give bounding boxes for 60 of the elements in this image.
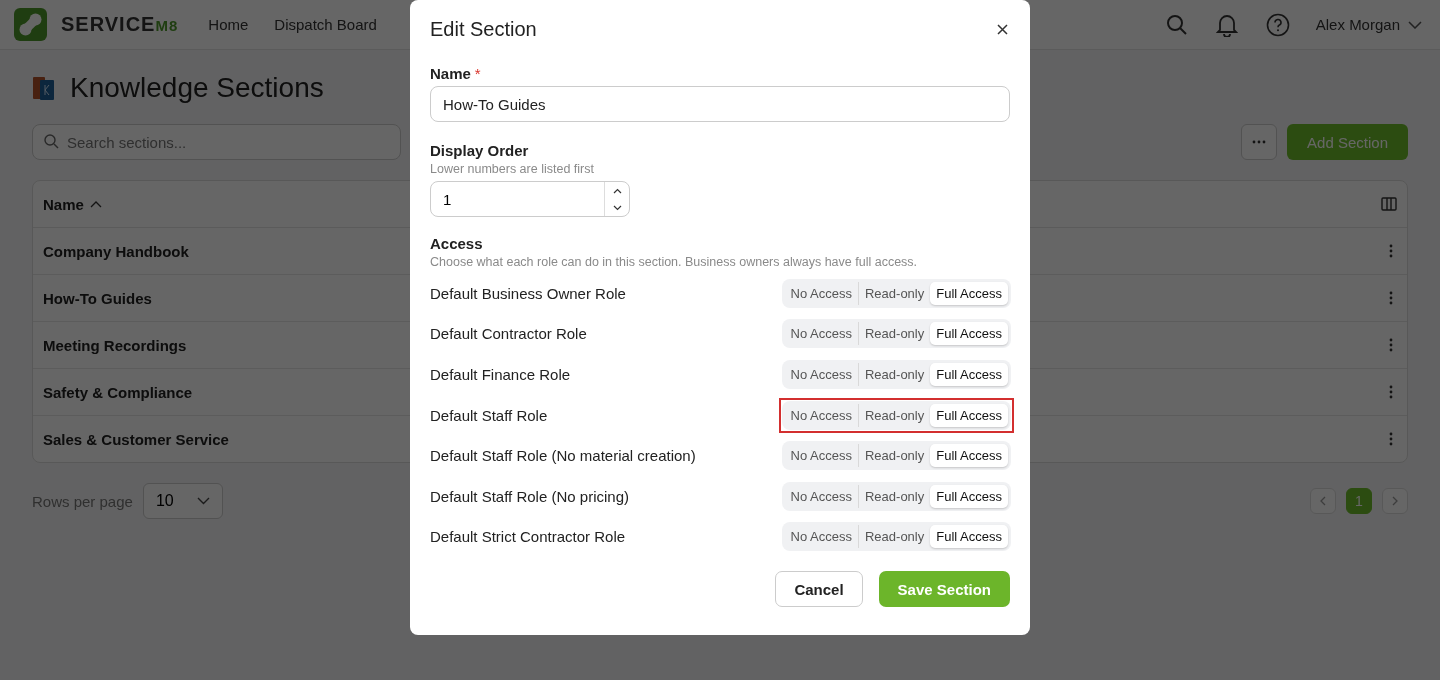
access-option[interactable]: No Access xyxy=(784,322,858,346)
search-icon xyxy=(44,134,59,149)
chevron-right-icon xyxy=(1392,496,1398,506)
role-name: Default Finance Role xyxy=(430,366,571,383)
name-input[interactable]: How-To Guides xyxy=(430,86,1010,122)
logo-text: SERVICEM8 xyxy=(61,13,179,36)
role-name: Default Staff Role (No material creation) xyxy=(430,447,696,465)
columns-icon[interactable] xyxy=(1381,197,1397,211)
page-title: Knowledge Sections xyxy=(70,72,324,104)
bell-icon[interactable] xyxy=(1215,12,1238,37)
table-cell: Company Handbook xyxy=(43,242,189,260)
ellipsis-icon xyxy=(1252,140,1267,144)
kebab-menu-icon[interactable] xyxy=(1389,338,1393,352)
access-option[interactable]: No Access xyxy=(784,363,858,386)
sort-ascending-icon xyxy=(89,200,102,208)
role-name: Default Staff Role xyxy=(430,406,548,424)
field-hint: Choose what each role can do in this section. Business owners always have full access. xyxy=(430,255,919,269)
kebab-menu-icon[interactable] xyxy=(1389,432,1393,446)
field-hint: Lower numbers are listed first xyxy=(430,162,595,176)
role-name: Default Staff Role (No pricing) xyxy=(430,487,629,505)
field-label: Name xyxy=(430,65,471,82)
books-icon xyxy=(32,75,56,101)
cancel-button[interactable]: Cancel xyxy=(775,571,863,608)
dialog-title: Edit Section xyxy=(430,18,537,41)
table-cell: Meeting Recordings xyxy=(43,336,187,354)
kebab-menu-icon[interactable] xyxy=(1389,244,1393,258)
role-name: Default Contractor Role xyxy=(430,325,587,343)
chevron-left-icon xyxy=(1320,496,1326,506)
access-option[interactable]: Full Access xyxy=(930,363,1008,386)
kebab-menu-icon[interactable] xyxy=(1389,385,1393,399)
access-option[interactable]: No Access xyxy=(784,281,858,305)
access-option[interactable]: Full Access xyxy=(930,444,1008,468)
access-option[interactable]: Full Access xyxy=(930,484,1008,508)
field-label: Display Order xyxy=(430,142,529,159)
close-icon[interactable] xyxy=(997,24,1008,35)
increment-icon[interactable] xyxy=(612,187,622,194)
access-option[interactable]: No Access xyxy=(784,403,858,427)
access-option[interactable]: No Access xyxy=(784,525,858,549)
access-option[interactable]: Full Access xyxy=(930,281,1008,305)
chevron-down-icon xyxy=(1408,20,1422,29)
table-cell: Sales & Customer Service xyxy=(43,430,229,448)
kebab-menu-icon[interactable] xyxy=(1389,291,1393,305)
access-option[interactable]: Full Access xyxy=(930,525,1008,549)
table-cell: How-To Guides xyxy=(43,289,152,307)
decrement-icon[interactable] xyxy=(612,204,622,211)
required-mark: * xyxy=(474,65,481,82)
access-option[interactable]: Full Access xyxy=(930,322,1008,346)
display-order-input[interactable]: 1 xyxy=(430,181,630,217)
table-cell: Safety & Compliance xyxy=(43,383,193,401)
search-icon[interactable] xyxy=(1165,13,1188,36)
help-icon[interactable] xyxy=(1265,12,1290,37)
logo-icon xyxy=(14,8,47,41)
rows-per-page-select[interactable]: 10 xyxy=(142,483,223,519)
access-option[interactable]: No Access xyxy=(784,484,858,508)
access-option[interactable]: No Access xyxy=(784,444,858,468)
role-name: Default Strict Contractor Role xyxy=(430,528,626,546)
access-option[interactable]: Full Access xyxy=(930,403,1008,427)
field-label: Access xyxy=(430,235,483,252)
chevron-down-icon xyxy=(196,497,210,505)
role-name: Default Business Owner Role xyxy=(430,284,626,302)
